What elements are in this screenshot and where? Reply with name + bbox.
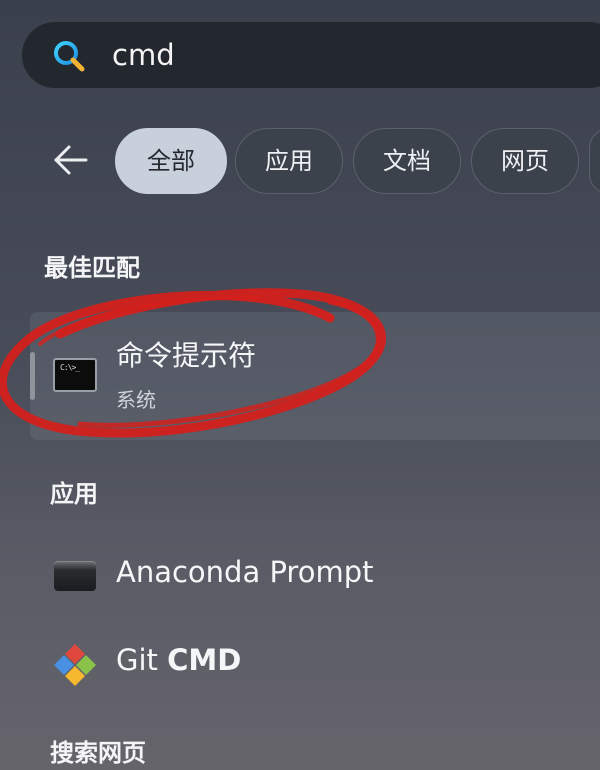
tab-all[interactable]: 全部	[115, 128, 227, 194]
tab-web[interactable]: 网页	[471, 128, 579, 194]
web-search-heading: 搜索网页	[50, 739, 146, 767]
search-input[interactable]: cmd	[112, 36, 175, 74]
search-bar[interactable]: cmd	[22, 22, 600, 88]
best-match-result[interactable]	[30, 312, 600, 440]
app-result-anaconda[interactable]: Anaconda Prompt	[40, 548, 600, 604]
best-match-heading: 最佳匹配	[44, 254, 140, 282]
command-prompt-icon: C:\>_	[53, 358, 97, 392]
anaconda-prompt-icon	[54, 561, 96, 591]
tab-documents[interactable]: 文档	[353, 128, 461, 194]
search-icon	[54, 41, 85, 72]
app-title: Anaconda Prompt	[116, 555, 374, 589]
git-icon	[54, 644, 96, 686]
apps-heading: 应用	[50, 480, 98, 508]
app-result-git-cmd[interactable]: Git CMD	[40, 636, 600, 692]
best-match-title: 命令提示符	[116, 339, 257, 372]
selection-indicator	[30, 352, 35, 400]
tab-more[interactable]	[589, 128, 600, 194]
tab-apps[interactable]: 应用	[235, 128, 343, 194]
best-match-subtitle: 系统	[116, 388, 156, 412]
back-arrow-icon[interactable]	[50, 140, 90, 180]
app-title: Git CMD	[116, 643, 242, 677]
